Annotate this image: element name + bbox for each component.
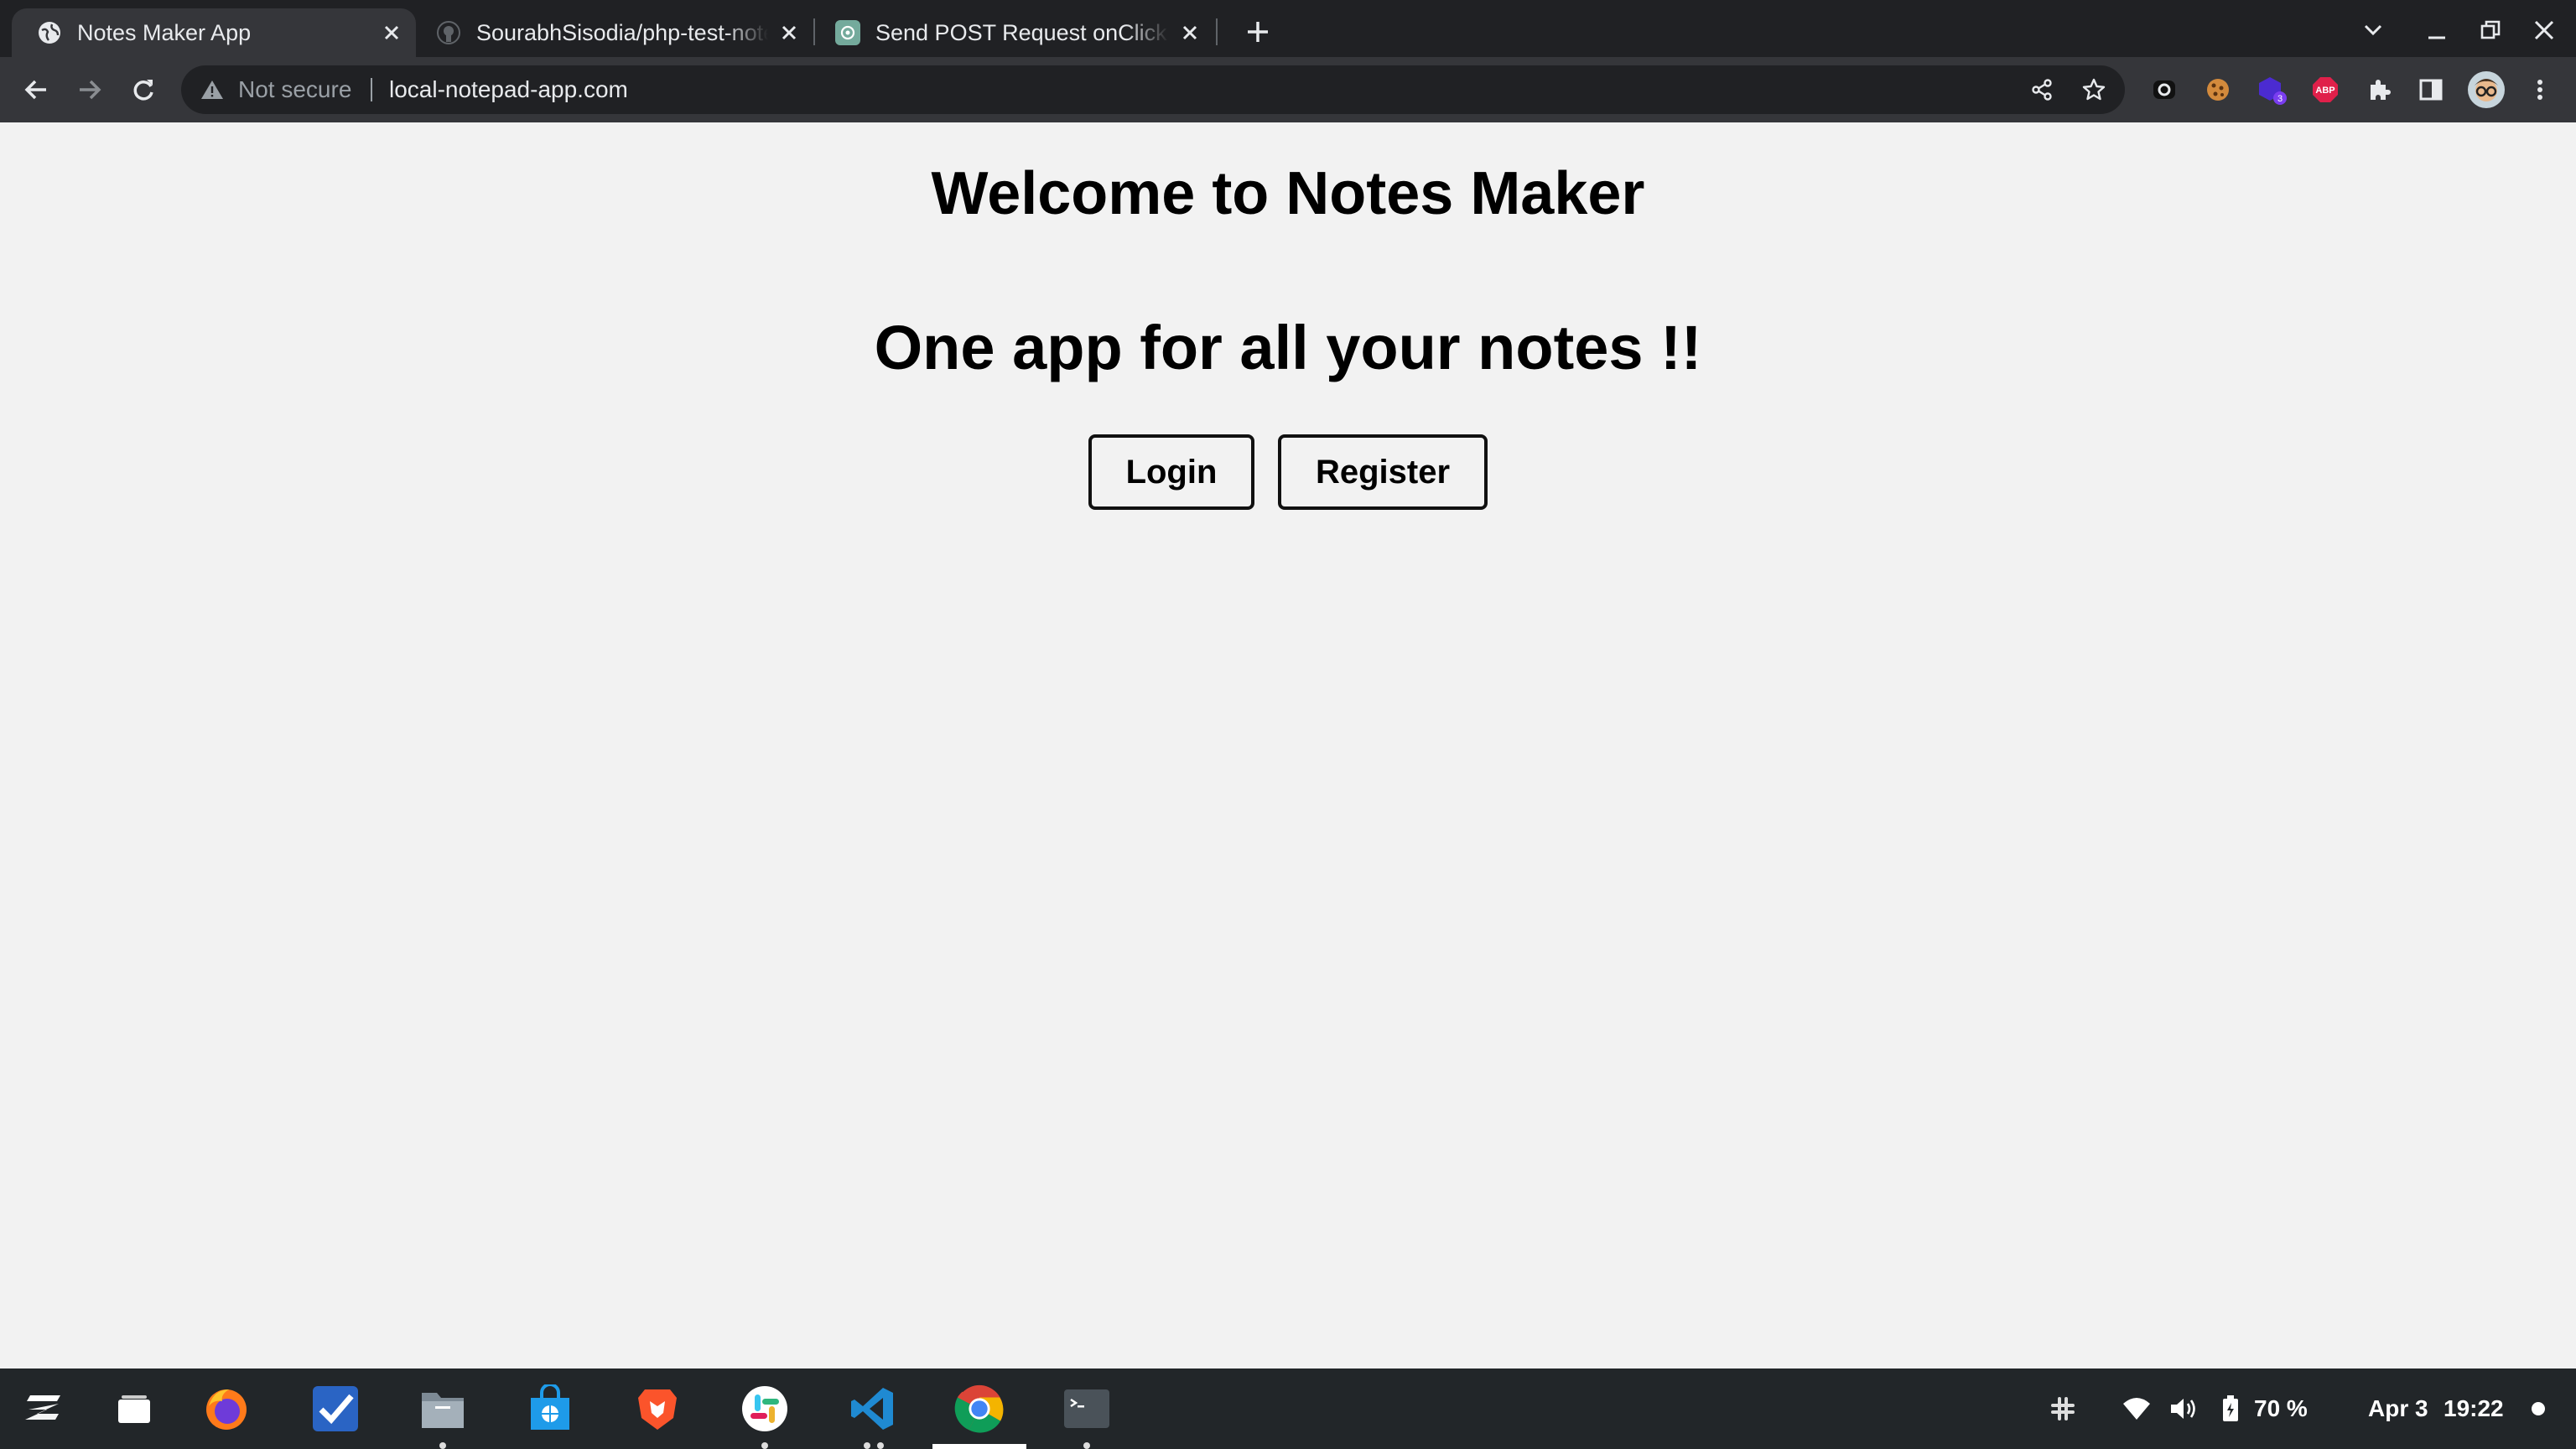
tab-divider (1216, 18, 1218, 45)
tab-chatgpt[interactable]: Send POST Request onClick (815, 8, 1214, 57)
not-secure-label[interactable]: Not secure (238, 65, 351, 114)
battery-percent: 70 % (2254, 1395, 2308, 1421)
camera-extension-icon[interactable] (2148, 74, 2180, 106)
running-indicator (761, 1442, 768, 1449)
volume-icon[interactable] (2168, 1394, 2199, 1424)
chatgpt-icon (835, 20, 860, 45)
url-text[interactable]: local-notepad-app.com (389, 65, 628, 114)
page-content: Welcome to Notes Maker One app for all y… (0, 122, 2576, 1368)
tab-github-repo[interactable]: SourabhSisodia/php-test-notes (416, 8, 813, 57)
chrome-icon[interactable] (954, 1384, 1005, 1434)
close-tab-icon[interactable] (379, 20, 404, 45)
clock-date[interactable]: Apr 3 (2368, 1368, 2428, 1449)
software-store-icon[interactable] (525, 1384, 575, 1434)
tab-title: SourabhSisodia/php-test-notes (476, 19, 768, 45)
zorin-menu-icon[interactable] (20, 1384, 70, 1434)
cookie-extension-icon[interactable] (2202, 74, 2234, 106)
side-panel-icon[interactable] (2415, 74, 2447, 106)
terminal-icon[interactable] (1062, 1384, 1112, 1434)
purple-cube-extension-icon[interactable]: 3 (2256, 74, 2288, 106)
running-indicator (877, 1442, 884, 1449)
globe-icon (37, 20, 62, 45)
close-tab-icon[interactable] (1177, 20, 1202, 45)
profile-avatar-icon[interactable] (2467, 70, 2506, 109)
svg-text:3: 3 (2277, 94, 2283, 104)
welcome-heading: Welcome to Notes Maker (931, 160, 1645, 227)
running-indicator (864, 1442, 870, 1449)
minimize-icon[interactable] (2418, 12, 2455, 49)
puzzle-extensions-icon[interactable] (2363, 74, 2395, 106)
os-taskbar: 70 % Apr 3 19:22 (0, 1368, 2576, 1449)
login-button[interactable]: Login (1088, 434, 1254, 510)
running-indicator (1083, 1442, 1090, 1449)
active-app-indicator (932, 1444, 1026, 1449)
vscode-icon[interactable] (847, 1384, 897, 1434)
tasks-icon[interactable] (310, 1384, 361, 1434)
tab-notes-maker[interactable]: Notes Maker App (12, 8, 416, 57)
browser-toolbar: Not secure local-notepad-app.com 3 ABP (0, 57, 2576, 122)
slack-icon[interactable] (740, 1384, 790, 1434)
firefox-icon[interactable] (201, 1384, 252, 1434)
brave-icon[interactable] (632, 1384, 683, 1434)
tab-title: Notes Maker App (77, 19, 252, 45)
register-button[interactable]: Register (1278, 434, 1488, 510)
tab-title: Send POST Request onClick (875, 19, 1167, 45)
warning-triangle-icon[interactable] (200, 77, 225, 102)
reload-icon[interactable] (124, 70, 163, 109)
bookmark-star-icon[interactable] (2080, 75, 2108, 104)
forward-icon[interactable] (70, 70, 109, 109)
adblock-plus-icon[interactable]: ABP (2309, 74, 2341, 106)
svg-text:ABP: ABP (2315, 86, 2334, 96)
restore-icon[interactable] (2472, 12, 2509, 49)
address-bar[interactable]: Not secure local-notepad-app.com (181, 65, 2125, 114)
close-tab-icon[interactable] (776, 20, 802, 45)
browser-tab-strip: Notes Maker App SourabhSisodia/php-test-… (0, 0, 2576, 57)
file-manager-icon[interactable] (418, 1384, 468, 1434)
wifi-icon[interactable] (2122, 1394, 2152, 1424)
notification-dot-icon[interactable] (2527, 1394, 2549, 1424)
running-indicator (439, 1442, 446, 1449)
new-tab-icon[interactable] (1239, 13, 1276, 50)
share-icon[interactable] (2028, 75, 2056, 104)
github-icon (436, 20, 461, 45)
menu-kebab-icon[interactable] (2524, 74, 2556, 106)
back-icon[interactable] (17, 70, 55, 109)
tagline-heading: One app for all your notes !! (874, 313, 1702, 382)
files-windows-icon[interactable] (109, 1384, 159, 1434)
slack-tray-icon[interactable] (2048, 1394, 2078, 1424)
tab-search-icon[interactable] (2355, 12, 2392, 49)
clock-time[interactable]: 19:22 (2444, 1368, 2504, 1449)
battery-icon[interactable] (2215, 1394, 2246, 1424)
omnibox-divider (371, 78, 372, 101)
close-window-icon[interactable] (2526, 12, 2563, 49)
